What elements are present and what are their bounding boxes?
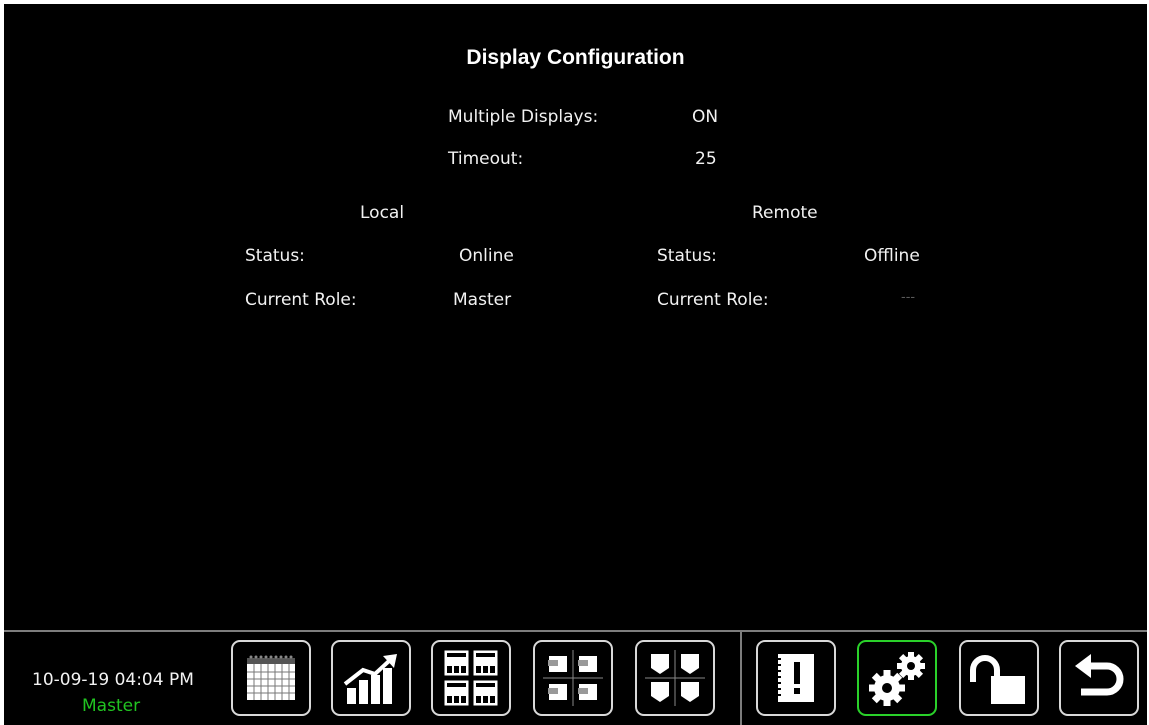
remote-status-value: Offline (864, 246, 920, 266)
unlock-icon (970, 655, 1025, 704)
remote-role-value: --- (901, 290, 916, 305)
panel-grid-button[interactable] (431, 640, 511, 716)
back-arrow-icon (1075, 654, 1124, 696)
tank-labels-icon (543, 650, 603, 706)
datetime-display: 10-09-19 04:04 PM (32, 670, 194, 690)
local-status-value: Online (459, 246, 514, 266)
local-role-value: Master (453, 290, 512, 310)
display-configuration-screen: Display Configuration Multiple Displays:… (4, 4, 1147, 725)
settings-button[interactable] (857, 640, 937, 716)
trend-chart-button[interactable] (331, 640, 411, 716)
alarm-log-button[interactable] (756, 640, 836, 716)
panel-grid-icon (443, 649, 499, 707)
footer-bar: 10-09-19 04:04 PM Master (4, 630, 1147, 725)
tank-labels-button[interactable] (533, 640, 613, 716)
calendar-icon (247, 655, 295, 700)
footer-divider (740, 632, 742, 725)
remote-heading: Remote (752, 203, 818, 223)
local-status-label: Status: (245, 246, 305, 266)
timeout-value: 25 (695, 149, 717, 169)
local-heading: Local (360, 203, 405, 223)
unlock-button[interactable] (959, 640, 1039, 716)
multiple-displays-value: ON (692, 107, 719, 127)
tanks-button[interactable] (635, 640, 715, 716)
multiple-displays-label: Multiple Displays: (448, 107, 599, 127)
remote-status-label: Status: (657, 246, 717, 266)
calendar-button[interactable] (231, 640, 311, 716)
remote-role-label: Current Role: (657, 290, 769, 310)
alarm-notebook-icon (776, 654, 814, 702)
local-role-label: Current Role: (245, 290, 357, 310)
current-role-indicator: Master (82, 696, 141, 716)
page-title: Display Configuration (466, 46, 685, 69)
trend-chart-icon (343, 654, 397, 704)
gears-icon (869, 652, 925, 706)
tanks-icon (645, 650, 705, 706)
timeout-label: Timeout: (448, 149, 524, 169)
back-button[interactable] (1059, 640, 1139, 716)
